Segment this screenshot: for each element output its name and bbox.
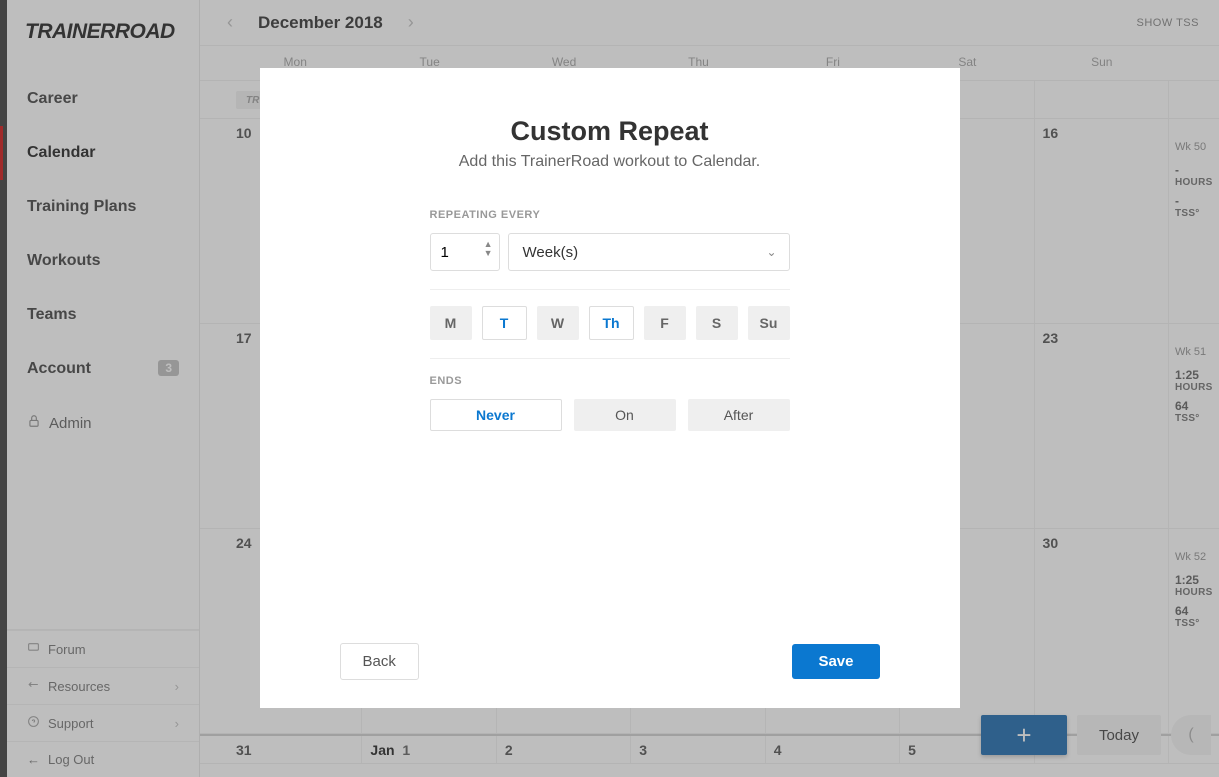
custom-repeat-modal: Custom Repeat Add this TrainerRoad worko… xyxy=(260,68,960,708)
spinner-icon[interactable]: ▲▼ xyxy=(484,240,493,258)
day-toggle-f[interactable]: F xyxy=(644,306,686,340)
day-toggle-t[interactable]: T xyxy=(482,306,527,340)
ends-on-button[interactable]: On xyxy=(574,399,676,431)
day-picker: M T W Th F S Su xyxy=(430,306,790,340)
day-toggle-th[interactable]: Th xyxy=(589,306,634,340)
day-toggle-su[interactable]: Su xyxy=(748,306,790,340)
modal-overlay[interactable]: Custom Repeat Add this TrainerRoad worko… xyxy=(0,0,1219,777)
divider xyxy=(430,289,790,290)
interval-value: 1 xyxy=(441,244,449,261)
interval-stepper[interactable]: 1 ▲▼ xyxy=(430,233,500,271)
divider xyxy=(430,358,790,359)
modal-subtitle: Add this TrainerRoad workout to Calendar… xyxy=(320,153,900,171)
ends-never-button[interactable]: Never xyxy=(430,399,562,431)
repeat-label: REPEATING EVERY xyxy=(430,209,790,221)
ends-label: ENDS xyxy=(430,375,790,387)
unit-value: Week(s) xyxy=(523,244,579,261)
day-toggle-m[interactable]: M xyxy=(430,306,472,340)
back-button[interactable]: Back xyxy=(340,643,419,680)
modal-footer: Back Save xyxy=(320,643,900,680)
ends-picker: Never On After xyxy=(430,399,790,431)
modal-title: Custom Repeat xyxy=(320,116,900,147)
unit-select[interactable]: Week(s) ⌄ xyxy=(508,233,790,271)
day-toggle-s[interactable]: S xyxy=(696,306,738,340)
day-toggle-w[interactable]: W xyxy=(537,306,579,340)
save-button[interactable]: Save xyxy=(792,644,879,679)
chevron-down-icon: ⌄ xyxy=(766,245,776,259)
ends-after-button[interactable]: After xyxy=(688,399,790,431)
